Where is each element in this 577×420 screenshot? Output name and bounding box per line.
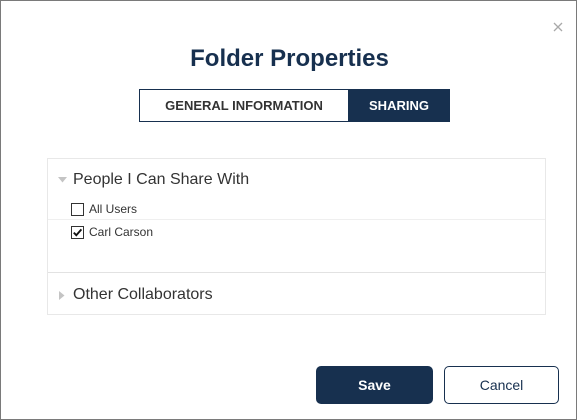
- other-collaborators-header[interactable]: Other Collaborators: [57, 285, 213, 305]
- user-row-all-users[interactable]: All Users: [71, 200, 137, 218]
- tab-bar: GENERAL INFORMATION SHARING: [139, 89, 450, 122]
- save-button[interactable]: Save: [316, 366, 433, 404]
- checkmark-icon: [73, 228, 83, 237]
- tab-sharing[interactable]: SHARING: [348, 89, 450, 122]
- tab-general-information[interactable]: GENERAL INFORMATION: [139, 89, 348, 122]
- close-icon[interactable]: [552, 21, 564, 33]
- carl-carson-checkbox[interactable]: [71, 225, 84, 239]
- other-collaborators-label: Other Collaborators: [73, 286, 213, 303]
- people-section-header[interactable]: People I Can Share With: [57, 170, 249, 190]
- user-row-carl-carson[interactable]: Carl Carson: [71, 223, 153, 241]
- all-users-label: All Users: [89, 202, 138, 216]
- caret-right-icon: [57, 290, 67, 300]
- dialog-title: Folder Properties: [190, 45, 389, 72]
- people-section: People I Can Share With All Users Carl C…: [48, 159, 545, 273]
- caret-down-icon: [57, 175, 67, 185]
- cancel-button[interactable]: Cancel: [444, 366, 559, 404]
- folder-properties-dialog: Folder Properties GENERAL INFORMATION SH…: [0, 0, 577, 420]
- carl-carson-label: Carl Carson: [89, 225, 154, 239]
- sharing-panel: People I Can Share With All Users Carl C…: [47, 158, 546, 315]
- other-collaborators-section: Other Collaborators: [48, 273, 545, 314]
- all-users-checkbox[interactable]: [71, 202, 84, 216]
- row-divider: [48, 219, 545, 220]
- people-section-label: People I Can Share With: [73, 171, 250, 188]
